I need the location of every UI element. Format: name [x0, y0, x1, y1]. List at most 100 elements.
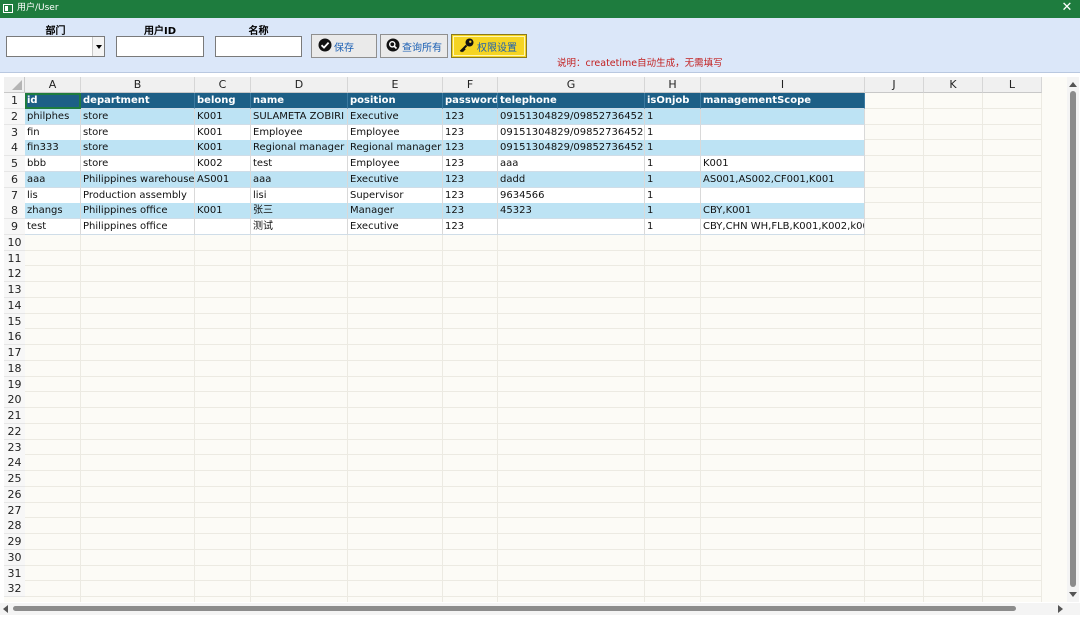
column-header[interactable]: L	[983, 77, 1042, 93]
data-cell[interactable]: aaa	[251, 171, 348, 188]
data-cell[interactable]: Executive	[348, 108, 443, 125]
data-cell[interactable]: 测试	[251, 219, 348, 235]
row-header[interactable]: 10	[4, 234, 25, 251]
row-header[interactable]: 3	[4, 124, 25, 141]
data-cell[interactable]: Employee	[348, 124, 443, 141]
data-cell[interactable]: 9634566	[498, 187, 645, 204]
department-combobox[interactable]	[6, 36, 105, 57]
row-header[interactable]: 22	[4, 423, 25, 440]
data-cell[interactable]: 45323	[498, 203, 645, 220]
query-all-button[interactable]: 查询所有	[380, 34, 448, 58]
data-cell[interactable]	[195, 219, 251, 235]
row-header[interactable]: 26	[4, 486, 25, 503]
user-spreadsheet[interactable]: A B C D E F G H I J K L 1 2 3 4 5 6 7 8 9 10 11 12 13 14 15 16 17 18 1…	[4, 77, 1067, 602]
data-cell[interactable]: K001	[195, 124, 251, 141]
row-header[interactable]: 18	[4, 360, 25, 377]
save-button[interactable]: 保存	[311, 34, 377, 58]
field-header-cell[interactable]: name	[251, 93, 348, 109]
row-header[interactable]: 23	[4, 439, 25, 456]
scroll-down-icon[interactable]	[1069, 592, 1077, 597]
column-header[interactable]: J	[865, 77, 924, 93]
vertical-scrollbar[interactable]	[1067, 77, 1079, 602]
row-header[interactable]: 28	[4, 518, 25, 535]
field-header-cell[interactable]: id	[25, 93, 81, 109]
row-header[interactable]: 19	[4, 376, 25, 393]
row-header[interactable]: 29	[4, 534, 25, 550]
data-cell[interactable]: philphes	[25, 108, 81, 125]
data-cell[interactable]: 1	[645, 108, 701, 125]
data-cell[interactable]: 123	[443, 219, 498, 235]
data-cell[interactable]	[701, 108, 865, 125]
data-cell[interactable]	[701, 140, 865, 157]
data-cell[interactable]: test	[25, 219, 81, 235]
row-header[interactable]: 2	[4, 108, 25, 125]
column-header[interactable]: I	[701, 77, 865, 93]
column-header[interactable]: A	[25, 77, 81, 93]
data-cell[interactable]: K001	[195, 140, 251, 157]
data-cell[interactable]: 123	[443, 187, 498, 204]
row-header[interactable]: 12	[4, 266, 25, 283]
data-cell[interactable]: aaa	[25, 171, 81, 188]
data-cell[interactable]: bbb	[25, 156, 81, 172]
column-header[interactable]: C	[195, 77, 251, 93]
column-header[interactable]: F	[443, 77, 498, 93]
column-header[interactable]: H	[645, 77, 701, 93]
name-input[interactable]	[215, 36, 302, 57]
data-cell[interactable]: lis	[25, 187, 81, 204]
scroll-right-icon[interactable]	[1058, 605, 1063, 613]
row-header[interactable]: 21	[4, 408, 25, 424]
data-cell[interactable]: Employee	[251, 124, 348, 141]
row-header[interactable]: 14	[4, 297, 25, 314]
field-header-cell[interactable]: telephone	[498, 93, 645, 109]
row-header[interactable]: 20	[4, 392, 25, 409]
data-cell[interactable]: 123	[443, 124, 498, 141]
data-cell[interactable]: 张三	[251, 203, 348, 220]
data-cell[interactable]: Philippines office	[81, 203, 195, 220]
data-cell[interactable]: Regional manager	[348, 140, 443, 157]
data-cell[interactable]: K001	[701, 156, 865, 172]
data-cell[interactable]	[498, 219, 645, 235]
column-header[interactable]: E	[348, 77, 443, 93]
row-header[interactable]: 17	[4, 345, 25, 361]
field-header-cell[interactable]: belong	[195, 93, 251, 109]
data-cell[interactable]	[701, 187, 865, 204]
data-cell[interactable]: fin	[25, 124, 81, 141]
data-cell[interactable]: AS001,AS002,CF001,K001	[701, 171, 865, 188]
data-cell[interactable]: Philippines warehouse	[81, 171, 195, 188]
row-header[interactable]: 32	[4, 581, 25, 598]
row-header[interactable]: 9	[4, 219, 25, 235]
data-cell[interactable]: dadd	[498, 171, 645, 188]
data-cell[interactable]	[701, 124, 865, 141]
permissions-button[interactable]: 权限设置	[451, 34, 527, 58]
field-header-cell[interactable]: position	[348, 93, 443, 109]
data-cell[interactable]: 1	[645, 156, 701, 172]
data-cell[interactable]: Philippines office	[81, 219, 195, 235]
data-cell[interactable]: AS001	[195, 171, 251, 188]
data-cell[interactable]: Manager	[348, 203, 443, 220]
field-header-cell[interactable]: department	[81, 93, 195, 109]
data-cell[interactable]: Production assembly	[81, 187, 195, 204]
column-header[interactable]: B	[81, 77, 195, 93]
row-header[interactable]: 4	[4, 140, 25, 157]
data-cell[interactable]: 123	[443, 156, 498, 172]
data-cell[interactable]: 09151304829/09852736452	[498, 108, 645, 125]
row-header[interactable]: 27	[4, 502, 25, 519]
data-cell[interactable]: CBY,K001	[701, 203, 865, 220]
row-header[interactable]: 24	[4, 455, 25, 472]
row-header[interactable]: 6	[4, 171, 25, 188]
chevron-down-icon[interactable]	[92, 37, 104, 56]
scroll-left-icon[interactable]	[3, 605, 8, 613]
row-header[interactable]: 8	[4, 203, 25, 220]
data-cell[interactable]: store	[81, 140, 195, 157]
data-cell[interactable]: 1	[645, 187, 701, 204]
data-cell[interactable]: store	[81, 108, 195, 125]
data-cell[interactable]: store	[81, 124, 195, 141]
data-cell[interactable]: 09151304829/09852736452	[498, 140, 645, 157]
row-header[interactable]: 15	[4, 313, 25, 330]
data-cell[interactable]: zhangs	[25, 203, 81, 220]
horizontal-scrollbar[interactable]	[0, 603, 1080, 615]
row-header[interactable]: 7	[4, 187, 25, 204]
column-header[interactable]: K	[924, 77, 983, 93]
data-cell[interactable]: 1	[645, 219, 701, 235]
data-cell[interactable]: Supervisor	[348, 187, 443, 204]
